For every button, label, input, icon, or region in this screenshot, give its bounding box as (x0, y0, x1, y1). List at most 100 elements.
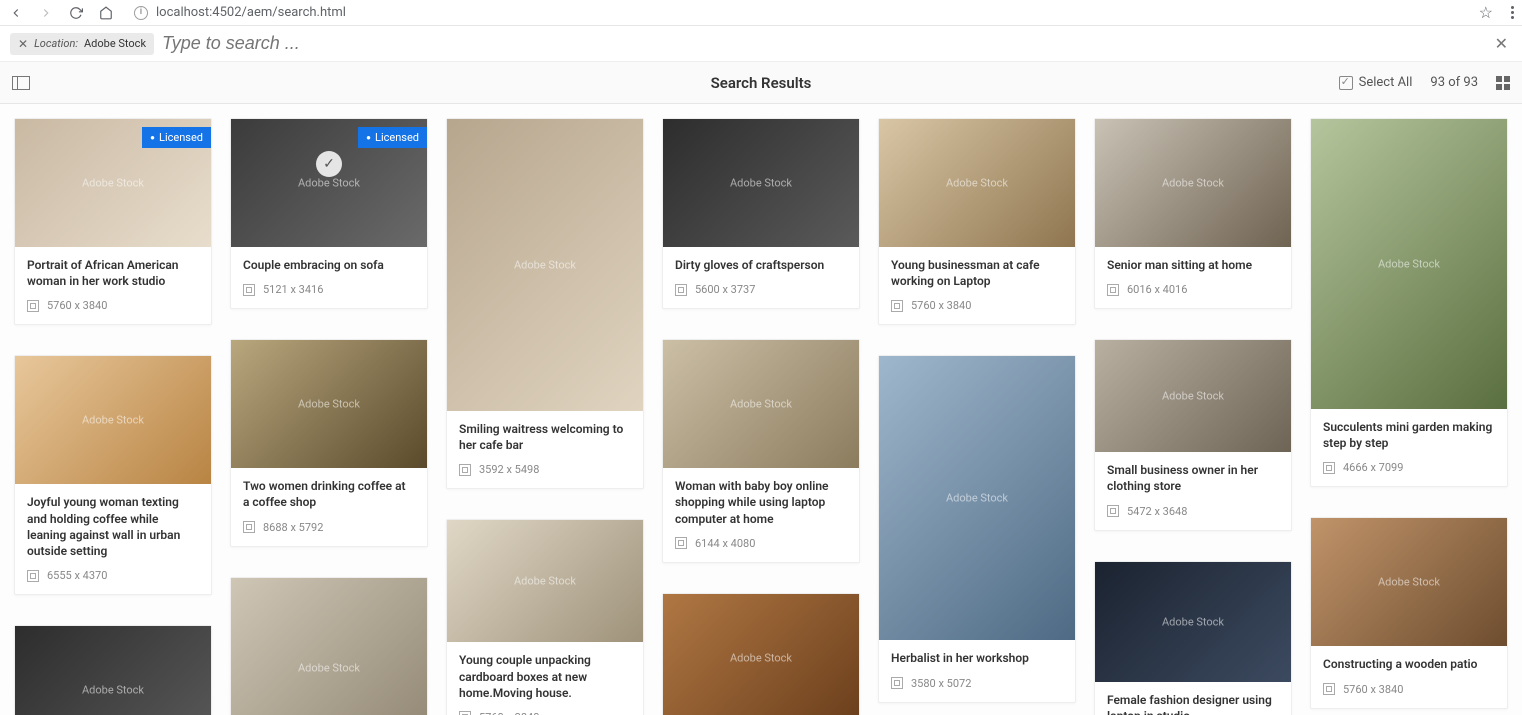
result-card[interactable]: Adobe StockConstructing a wooden patio57… (1310, 517, 1508, 708)
result-dimensions: 5760 x 3840 (891, 299, 1063, 312)
result-title: Small business owner in her clothing sto… (1107, 462, 1279, 494)
site-info-icon[interactable]: i (134, 6, 148, 20)
rail-toggle-icon[interactable] (12, 76, 30, 90)
result-thumbnail[interactable]: Adobe Stock (1095, 340, 1291, 452)
dimensions-icon (243, 521, 255, 533)
dimensions-text: 5760 x 3840 (479, 711, 539, 715)
watermark: Adobe Stock (730, 398, 792, 411)
result-thumbnail[interactable]: Adobe Stock (231, 340, 427, 468)
result-thumbnail[interactable]: Adobe Stock (15, 356, 211, 484)
result-title: Succulents mini garden making step by st… (1323, 419, 1495, 451)
url-text[interactable]: localhost:4502/aem/search.html (156, 5, 346, 20)
watermark: Adobe Stock (1162, 177, 1224, 190)
search-close-icon[interactable]: ✕ (1491, 30, 1512, 57)
result-card[interactable]: Adobe Stock Herbalist in her workshop 3580… (878, 355, 1076, 702)
result-card[interactable]: Adobe StockMale cobbler in traditional s… (662, 593, 860, 715)
result-meta: Portrait of African American woman in he… (15, 247, 211, 324)
result-card[interactable]: Licensed ✓Adobe Stock Couple embracing on … (230, 118, 428, 309)
result-dimensions: 3580 x 5072 (891, 677, 1063, 690)
result-thumbnail[interactable]: Adobe Stock (1311, 518, 1507, 646)
result-meta: Senior man sitting at home6016 x 4016 (1095, 247, 1291, 308)
result-dimensions: 6555 x 4370 (27, 569, 199, 582)
result-thumbnail[interactable]: Adobe Stock (879, 356, 1075, 640)
result-card[interactable]: Adobe StockFemale fashion designer using… (1094, 561, 1292, 715)
watermark: Adobe Stock (82, 684, 144, 697)
checkbox-icon (1339, 76, 1353, 90)
result-dimensions: 6144 x 4080 (675, 537, 847, 550)
reload-icon[interactable] (68, 5, 84, 21)
grid-view-icon[interactable] (1496, 76, 1510, 90)
result-card[interactable]: Adobe StockTwo women drinking coffee at … (230, 339, 428, 546)
back-icon[interactable] (8, 5, 24, 21)
result-thumbnail[interactable]: Licensed ✓Adobe Stock (231, 119, 427, 247)
result-card[interactable]: Adobe Stock (230, 577, 428, 715)
result-thumbnail[interactable]: Adobe Stock (663, 594, 859, 715)
result-thumbnail[interactable]: Adobe Stock (231, 578, 427, 715)
watermark: Adobe Stock (82, 177, 144, 190)
bookmark-star-icon[interactable]: ☆ (1479, 3, 1493, 22)
result-card[interactable]: Adobe Stock Succulents mini garden making… (1310, 118, 1508, 487)
result-card[interactable]: Adobe StockYoung couple unpacking cardbo… (446, 519, 644, 715)
dimensions-text: 5760 x 3840 (1343, 683, 1403, 696)
licensed-badge: Licensed (142, 127, 211, 148)
watermark: Adobe Stock (298, 177, 360, 190)
result-card[interactable]: Adobe StockDirty gloves of craftsperson5… (662, 118, 860, 309)
result-card[interactable]: Licensed Adobe Stock Portrait of African A… (14, 118, 212, 325)
result-meta: Woman with baby boy online shopping whil… (663, 468, 859, 562)
result-card[interactable]: Adobe Stock Woman with baby boy online sh… (662, 339, 860, 563)
dimensions-text: 5121 x 3416 (263, 283, 323, 296)
location-chip[interactable]: ✕ Location: Adobe Stock (10, 33, 154, 55)
dimensions-icon (27, 570, 39, 582)
result-meta: Two women drinking coffee at a coffee sh… (231, 468, 427, 545)
chip-close-icon[interactable]: ✕ (18, 37, 28, 51)
result-thumbnail[interactable]: Adobe Stock (663, 340, 859, 468)
result-thumbnail[interactable]: Adobe Stock (1095, 562, 1291, 682)
dimensions-icon (891, 300, 903, 312)
result-title: Senior man sitting at home (1107, 257, 1279, 273)
select-all-label: Select All (1359, 75, 1413, 90)
result-meta: Young businessman at cafe working on Lap… (879, 247, 1075, 324)
watermark: Adobe Stock (1378, 576, 1440, 589)
result-thumbnail[interactable]: Adobe Stock (15, 626, 211, 715)
result-card[interactable]: Adobe StockYoung businessman at cafe wor… (878, 118, 1076, 325)
results-area[interactable]: Licensed Adobe Stock Portrait of African A… (0, 104, 1522, 715)
watermark: Adobe Stock (730, 651, 792, 664)
home-icon[interactable] (98, 5, 114, 21)
result-thumbnail[interactable]: Adobe Stock (1311, 119, 1507, 409)
dimensions-text: 3592 x 5498 (479, 463, 539, 476)
dimensions-icon (27, 300, 39, 312)
dimensions-icon (1323, 462, 1335, 474)
selection-check-icon[interactable]: ✓ (316, 151, 342, 177)
result-card[interactable]: Adobe Stock Senior man sitting at home601… (1094, 118, 1292, 309)
result-thumbnail[interactable]: Adobe Stock (447, 520, 643, 642)
result-meta: Dirty gloves of craftsperson5600 x 3737 (663, 247, 859, 308)
result-title: Dirty gloves of craftsperson (675, 257, 847, 273)
result-card[interactable]: Adobe StockSmiling waitress welcoming to… (446, 118, 644, 489)
browser-menu-icon[interactable] (1511, 6, 1514, 19)
search-input[interactable] (162, 33, 1483, 54)
result-thumbnail[interactable]: Adobe Stock (1095, 119, 1291, 247)
result-count: 93 of 93 (1430, 75, 1478, 90)
result-card[interactable]: Adobe Stock Small business owner in her c… (1094, 339, 1292, 530)
result-card[interactable]: Adobe Stock Joyful young woman texting an… (14, 355, 212, 595)
result-thumbnail[interactable]: Adobe Stock (663, 119, 859, 247)
dimensions-text: 5760 x 3840 (47, 299, 107, 312)
result-meta: Herbalist in her workshop 3580 x 5072 (879, 640, 1075, 701)
result-title: Herbalist in her workshop (891, 650, 1063, 666)
result-thumbnail[interactable]: Adobe Stock (879, 119, 1075, 247)
licensed-badge: Licensed (358, 127, 427, 148)
dimensions-text: 5472 x 3648 (1127, 505, 1187, 518)
select-all-button[interactable]: Select All (1339, 75, 1413, 90)
browser-bar: i localhost:4502/aem/search.html ☆ (0, 0, 1522, 26)
result-meta: Female fashion designer using laptop in … (1095, 682, 1291, 715)
result-title: Joyful young woman texting and holding c… (27, 494, 199, 559)
result-thumbnail[interactable]: Adobe Stock (447, 119, 643, 411)
result-card[interactable]: Adobe StockPortrait of daydreaming young (14, 625, 212, 715)
dimensions-icon (675, 284, 687, 296)
dimensions-icon (459, 711, 471, 715)
result-thumbnail[interactable]: Licensed Adobe Stock (15, 119, 211, 247)
result-title: Couple embracing on sofa (243, 257, 415, 273)
forward-icon (38, 5, 54, 21)
result-dimensions: 8688 x 5792 (243, 521, 415, 534)
watermark: Adobe Stock (1162, 390, 1224, 403)
